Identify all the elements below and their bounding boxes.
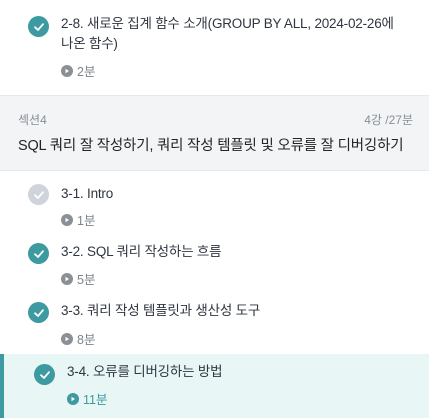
section-label: 섹션4 bbox=[18, 113, 47, 127]
lesson-item-3-2[interactable]: 3-2. SQL 쿼리 작성하는 흐름 5분 bbox=[0, 230, 429, 290]
lesson-title: 2-8. 새로운 집계 함수 소개(GROUP BY ALL, 2024-02-… bbox=[61, 14, 394, 54]
lesson-item-3-3[interactable]: 3-3. 쿼리 작성 템플릿과 생산성 도구 8분 bbox=[0, 290, 429, 352]
lesson-duration: 5분 bbox=[61, 269, 95, 288]
lesson-item-2-8[interactable]: 2-8. 새로운 집계 함수 소개(GROUP BY ALL, 2024-02-… bbox=[0, 0, 429, 95]
lesson-duration: 11분 bbox=[67, 389, 107, 408]
check-icon bbox=[28, 243, 49, 264]
play-icon bbox=[61, 332, 73, 345]
section-count: 4강 /27분 bbox=[364, 113, 413, 127]
lesson-duration: 8분 bbox=[61, 329, 95, 348]
check-icon bbox=[34, 364, 55, 385]
lesson-title: 3-3. 쿼리 작성 템플릿과 생산성 도구 bbox=[61, 303, 261, 318]
check-icon bbox=[28, 302, 49, 323]
play-icon bbox=[61, 64, 73, 77]
play-icon bbox=[67, 392, 79, 405]
lesson-title-line-1: 2-8. 새로운 집계 함수 소개(GROUP BY ALL, 2024-02-… bbox=[61, 16, 394, 31]
lesson-title: 3-4. 오류를 디버깅하는 방법 bbox=[67, 364, 223, 379]
check-icon bbox=[28, 184, 49, 205]
lesson-item-3-1[interactable]: 3-1. Intro 1분 bbox=[0, 170, 429, 230]
lesson-duration: 2분 bbox=[61, 61, 95, 80]
check-icon bbox=[28, 16, 49, 37]
lesson-item-3-4[interactable]: 3-4. 오류를 디버깅하는 방법 11분 bbox=[0, 354, 429, 418]
duration-text: 8분 bbox=[77, 333, 96, 347]
duration-text: 5분 bbox=[77, 273, 96, 287]
section-title: SQL 쿼리 잘 작성하기, 쿼리 작성 템플릿 및 오류를 잘 디버깅하기 bbox=[18, 138, 404, 154]
section-header[interactable]: 섹션4 4강 /27분 SQL 쿼리 잘 작성하기, 쿼리 작성 템플릿 및 오… bbox=[0, 95, 429, 171]
lesson-title-line-2: 나온 함수) bbox=[61, 36, 118, 51]
lesson-title: 3-1. Intro bbox=[61, 186, 114, 201]
lesson-title: 3-2. SQL 쿼리 작성하는 흐름 bbox=[61, 244, 222, 259]
lesson-duration: 1분 bbox=[61, 210, 95, 229]
play-icon bbox=[61, 272, 73, 285]
play-icon bbox=[61, 213, 73, 226]
duration-text: 2분 bbox=[77, 65, 96, 79]
curriculum-panel: 2-8. 새로운 집계 함수 소개(GROUP BY ALL, 2024-02-… bbox=[0, 0, 429, 418]
duration-text: 1분 bbox=[77, 214, 96, 228]
duration-text: 11분 bbox=[83, 393, 108, 407]
